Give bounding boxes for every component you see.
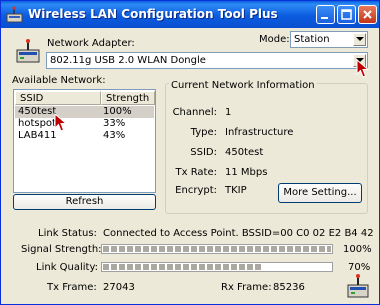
list-item[interactable]: LAB411 43%: [15, 130, 154, 142]
rx-frame-label: Rx Frame:: [221, 282, 272, 293]
type-label: Type:: [190, 127, 217, 138]
tx-rate-value: 11 Mbps: [225, 167, 268, 178]
maximize-icon: [341, 9, 352, 20]
app-window: Wireless LAN Configuration Tool Plus Net…: [0, 0, 380, 305]
adapter-select-value: 802.11g USB 2.0 WLAN Dongle: [50, 55, 206, 66]
link-status-label: Link Status:: [38, 228, 97, 239]
column-header-strength-label: Strength: [106, 93, 150, 104]
mode-dropdown-button[interactable]: [353, 33, 366, 46]
mode-label: Mode:: [259, 34, 290, 45]
network-ssid: 450test: [18, 106, 57, 117]
refresh-button[interactable]: Refresh: [13, 194, 156, 210]
ssid-value: 450test: [225, 147, 264, 158]
available-network-label: Available Network:: [12, 75, 106, 86]
encrypt-value: TKIP: [225, 185, 247, 196]
signal-strength-value: 100%: [343, 244, 372, 255]
link-status-value: Connected to Access Point. BSSID=00 C0 0…: [103, 228, 374, 239]
list-item[interactable]: 450test 100%: [15, 106, 154, 118]
network-ssid: hotspot: [18, 118, 56, 129]
type-value: Infrastructure: [225, 127, 294, 138]
wireless-app-icon: [6, 6, 23, 23]
column-header-ssid[interactable]: SSID: [15, 91, 101, 105]
channel-value: 1: [225, 107, 232, 118]
current-network-title: Current Network Information: [169, 80, 317, 91]
mode-select-value: Station: [294, 34, 330, 45]
link-quality-bar: [101, 262, 333, 272]
channel-label: Channel:: [172, 107, 217, 118]
column-header-ssid-label: SSID: [20, 93, 44, 104]
rx-frame-value: 85236: [273, 282, 305, 293]
column-header-strength[interactable]: Strength: [101, 91, 155, 105]
signal-strength-bar: [101, 244, 333, 254]
minimize-icon: [321, 17, 328, 19]
maximize-button[interactable]: [337, 5, 356, 24]
mouse-cursor-icon: [54, 113, 68, 132]
link-quality-label: Link Quality:: [36, 262, 99, 273]
close-icon: [363, 10, 372, 19]
network-strength: 33%: [103, 118, 126, 129]
tx-frame-value: 27043: [103, 282, 135, 293]
link-quality-value: 70%: [348, 262, 371, 273]
network-ssid: LAB411: [18, 130, 57, 141]
signal-strength-fill: [103, 246, 331, 252]
encrypt-label: Encrypt:: [175, 185, 217, 196]
tray-adapter-icon: [347, 274, 369, 298]
network-strength: 43%: [103, 130, 126, 141]
network-strength: 100%: [103, 106, 132, 117]
tx-frame-label: Tx Frame:: [47, 282, 97, 293]
adapter-label: Network Adapter:: [47, 38, 135, 49]
signal-strength-label: Signal Strength:: [21, 244, 102, 255]
tx-rate-label: Tx Rate:: [175, 167, 217, 178]
network-adapter-icon: [16, 39, 40, 63]
window-title: Wireless LAN Configuration Tool Plus: [28, 7, 278, 21]
more-setting-button[interactable]: More Setting...: [278, 183, 362, 203]
mode-select[interactable]: Station: [290, 31, 368, 48]
chevron-down-icon: [356, 37, 364, 41]
available-network-list[interactable]: SSID Strength 450test 100% hotspot 33% L…: [13, 89, 156, 193]
adapter-select[interactable]: 802.11g USB 2.0 WLAN Dongle: [46, 52, 368, 69]
minimize-button[interactable]: [316, 5, 335, 24]
mouse-cursor-icon: [356, 59, 370, 78]
link-quality-fill: [103, 264, 263, 270]
title-bar[interactable]: Wireless LAN Configuration Tool Plus: [1, 1, 379, 28]
close-button[interactable]: [358, 5, 377, 24]
ssid-label: SSID:: [190, 147, 217, 158]
list-item[interactable]: hotspot 33%: [15, 118, 154, 130]
